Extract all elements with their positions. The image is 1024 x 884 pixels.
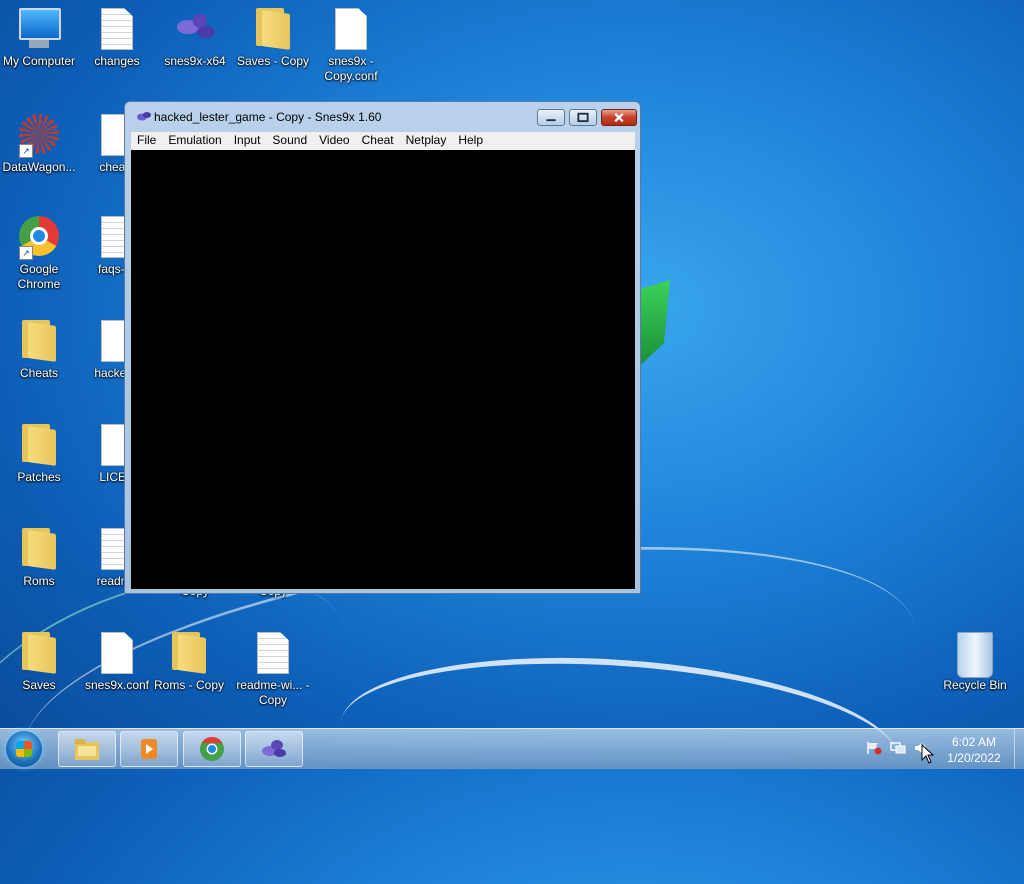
menu-help[interactable]: Help — [452, 132, 489, 148]
desktop-icon-patches-folder[interactable]: Patches — [0, 424, 78, 485]
desktop-icon-label: readme-wi... - Copy — [236, 678, 310, 707]
folder-icon — [19, 320, 59, 364]
taskbar-chrome[interactable] — [183, 731, 241, 767]
text-file-icon — [97, 8, 137, 52]
mouse-cursor-icon — [921, 744, 935, 764]
menu-bar: File Emulation Input Sound Video Cheat Netplay… — [131, 132, 635, 150]
desktop-icon-label: Cheats — [19, 366, 59, 380]
desktop-icon-label: Saves — [22, 678, 56, 692]
folder-icon — [169, 632, 209, 676]
recycle-bin-icon — [955, 632, 995, 678]
desktop-icon-my-computer[interactable]: My Computer — [0, 8, 78, 69]
desktop-icon-google-chrome[interactable]: ↗ Google Chrome — [0, 216, 78, 292]
action-center-flag-icon[interactable] — [866, 741, 882, 755]
taskbar-media-player[interactable] — [120, 731, 178, 767]
file-explorer-icon — [75, 739, 99, 760]
desktop-icon-saves-copy-folder[interactable]: Saves - Copy — [234, 8, 312, 69]
desktop-icon-snes9x-x64[interactable]: snes9x-x64 — [156, 8, 234, 69]
desktop-icon-recycle-bin[interactable]: Recycle Bin — [936, 632, 1014, 693]
start-button[interactable] — [6, 731, 42, 767]
desktop-icon-label: Recycle Bin — [943, 678, 1007, 692]
desktop-icon-label: Roms - Copy — [153, 678, 224, 692]
folder-icon — [19, 424, 59, 468]
computer-icon — [19, 8, 61, 52]
taskbar-snes9x[interactable] — [245, 731, 303, 767]
close-icon — [614, 112, 624, 123]
desktop-icon-snes9x-conf[interactable]: snes9x.conf — [78, 632, 156, 693]
shortcut-arrow-icon: ↗ — [19, 246, 33, 260]
chrome-icon: ↗ — [19, 216, 59, 260]
file-icon — [97, 632, 137, 676]
menu-sound[interactable]: Sound — [266, 132, 313, 148]
menu-video[interactable]: Video — [313, 132, 355, 148]
shortcut-arrow-icon: ↗ — [19, 144, 33, 158]
maximize-button[interactable] — [569, 109, 597, 126]
desktop-icon-label: Roms — [23, 574, 55, 588]
system-clock[interactable]: 6:02 AM 1/20/2022 — [938, 734, 1010, 766]
snes9x-icon — [175, 8, 215, 52]
windows-logo-icon — [16, 741, 32, 757]
minimize-icon — [546, 119, 556, 122]
snes9x-icon — [137, 112, 151, 121]
datawagon-icon: ↗ — [19, 114, 59, 158]
minimize-button[interactable] — [537, 109, 565, 126]
menu-netplay[interactable]: Netplay — [400, 132, 453, 148]
window-title: hacked_lester_game - Copy - Snes9x 1.60 — [154, 110, 382, 124]
desktop-icon-roms-copy-folder[interactable]: Roms - Copy — [150, 632, 228, 693]
desktop-icon-label: DataWagon... — [2, 160, 76, 174]
desktop-icon-readme-copy[interactable]: readme-wi... - Copy — [234, 632, 312, 708]
desktop-icon-label: snes9x-x64 — [164, 54, 226, 68]
desktop-icon-changes[interactable]: changes — [78, 8, 156, 69]
folder-icon — [253, 8, 293, 52]
media-player-icon — [141, 739, 157, 759]
clock-time: 6:02 AM — [951, 735, 997, 749]
desktop-icon-label: Saves - Copy — [236, 54, 310, 68]
menu-emulation[interactable]: Emulation — [162, 132, 227, 148]
snes9x-icon — [262, 740, 286, 757]
desktop-icon-label: snes9x - Copy.conf — [324, 54, 378, 83]
maximize-icon — [577, 112, 589, 123]
folder-icon — [19, 632, 59, 676]
menu-input[interactable]: Input — [228, 132, 267, 148]
taskbar: 6:02 AM 1/20/2022 — [0, 728, 1024, 769]
network-icon[interactable] — [890, 741, 906, 755]
desktop-icon-label: snes9x.conf — [84, 678, 150, 692]
desktop-icon-datawagon[interactable]: ↗ DataWagon... — [0, 114, 78, 175]
folder-icon — [19, 528, 59, 572]
wallpaper-logo-fragment — [640, 280, 670, 366]
chrome-icon — [200, 737, 224, 761]
desktop-icon-saves-folder[interactable]: Saves — [0, 632, 78, 693]
window-titlebar[interactable]: hacked_lester_game - Copy - Snes9x 1.60 — [125, 102, 640, 132]
desktop-icon-label: My Computer — [2, 54, 76, 68]
menu-cheat[interactable]: Cheat — [356, 132, 400, 148]
menu-file[interactable]: File — [131, 132, 162, 148]
close-button[interactable] — [601, 109, 637, 126]
desktop-icon-roms-folder[interactable]: Roms — [0, 528, 78, 589]
desktop-icon-label: Patches — [17, 470, 61, 484]
taskbar-explorer[interactable] — [58, 731, 116, 767]
file-icon — [331, 8, 371, 52]
desktop-icon-label: Google Chrome — [17, 262, 61, 291]
show-desktop-button[interactable] — [1014, 729, 1024, 769]
desktop-icon-label: changes — [94, 54, 140, 68]
text-file-icon — [253, 632, 293, 676]
emulator-screen[interactable] — [131, 150, 635, 589]
desktop-icon-snes9x-copy-conf[interactable]: snes9x - Copy.conf — [312, 8, 390, 84]
snes9x-window[interactable]: hacked_lester_game - Copy - Snes9x 1.60 … — [124, 101, 641, 594]
desktop-icon-cheats-folder[interactable]: Cheats — [0, 320, 78, 381]
clock-date: 1/20/2022 — [947, 751, 1001, 765]
